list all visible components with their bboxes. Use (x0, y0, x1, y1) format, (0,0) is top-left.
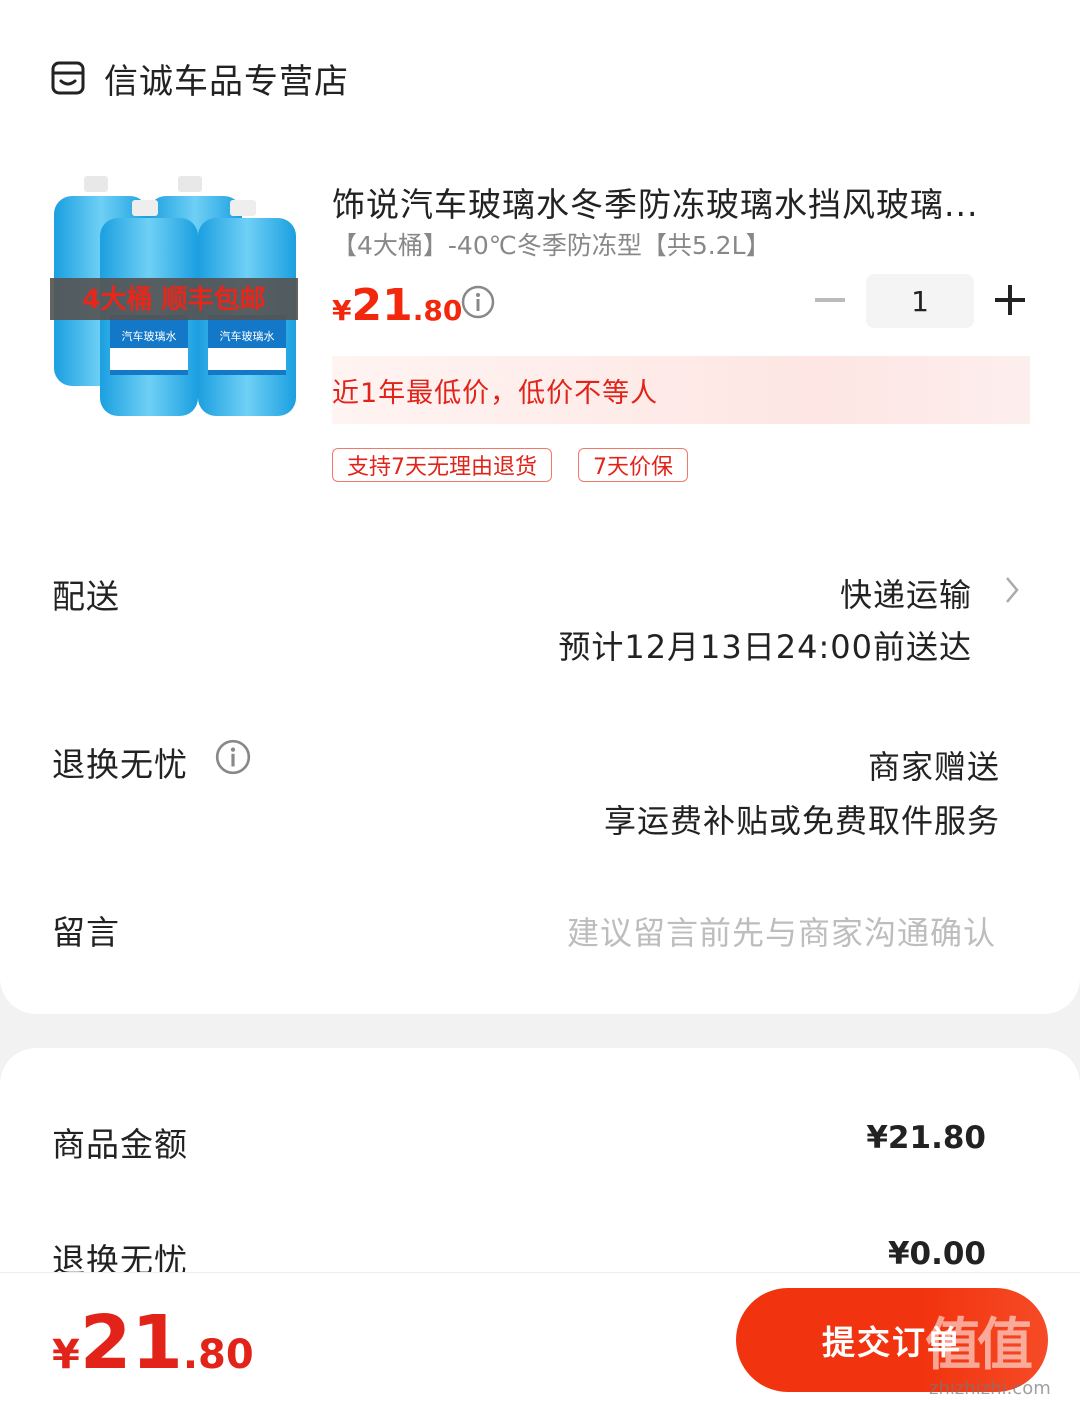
lowest-price-banner: 近1年最低价，低价不等人 (332, 356, 1030, 424)
store-icon (50, 60, 86, 96)
price-currency: ¥ (332, 294, 352, 327)
delivery-method[interactable]: 快递运输 (840, 570, 972, 616)
product-image[interactable]: 汽车玻璃水 汽车玻璃水 4大桶 顺丰包邮 (48, 170, 302, 420)
summary-value: ¥21.80 (866, 1120, 986, 1156)
bottle-label: 汽车玻璃水 (122, 329, 177, 343)
price-integer: 21 (351, 280, 413, 331)
service-tag: 支持7天无理由退货 (332, 448, 552, 482)
order-card (0, 0, 1080, 1014)
total-integer: 21 (79, 1300, 183, 1386)
returns-info-icon[interactable] (214, 738, 252, 776)
submit-order-button[interactable]: 提交订单 (736, 1288, 1048, 1392)
total-decimal: .80 (182, 1332, 254, 1378)
returns-label: 退换无忧 (52, 745, 188, 784)
note-label: 留言 (52, 913, 120, 952)
chevron-right-icon[interactable] (1004, 574, 1020, 606)
delivery-eta: 预计12月13日24:00前送达 (558, 628, 972, 666)
order-total: ¥ 21 .80 (52, 1300, 254, 1386)
returns-value-line2: 享运费补贴或免费取件服务 (603, 802, 1000, 840)
delivery-label: 配送 (52, 577, 120, 616)
image-banner-text: 4大桶 顺丰包邮 (82, 284, 265, 315)
store-header[interactable]: 信诚车品专营店 (50, 56, 349, 102)
bottle-label: 汽车玻璃水 (220, 329, 275, 343)
price-info-icon[interactable] (460, 284, 496, 320)
note-input[interactable]: 建议留言前先与商家沟通确认 (567, 908, 996, 954)
quantity-decrease-button[interactable] (808, 280, 852, 320)
summary-label: 商品金额 (52, 1125, 188, 1164)
store-name: 信诚车品专营店 (104, 61, 349, 102)
product-title[interactable]: 饰说汽车玻璃水冬季防冻玻璃水挡风玻璃... (332, 178, 1022, 226)
product-spec[interactable]: 【4大桶】-40℃冬季防冻型【共5.2L】 (332, 226, 771, 262)
lowest-price-text: 近1年最低价，低价不等人 (332, 377, 659, 409)
summary-value: ¥0.00 (887, 1236, 986, 1272)
price-decimal: .80 (412, 294, 463, 327)
product-price: ¥ 21 .80 (332, 280, 462, 331)
total-currency: ¥ (52, 1332, 80, 1378)
service-tag: 7天价保 (578, 448, 688, 482)
quantity-increase-button[interactable] (988, 280, 1032, 320)
returns-value-line1: 商家赠送 (867, 748, 1000, 786)
quantity-input[interactable]: 1 (866, 274, 974, 328)
